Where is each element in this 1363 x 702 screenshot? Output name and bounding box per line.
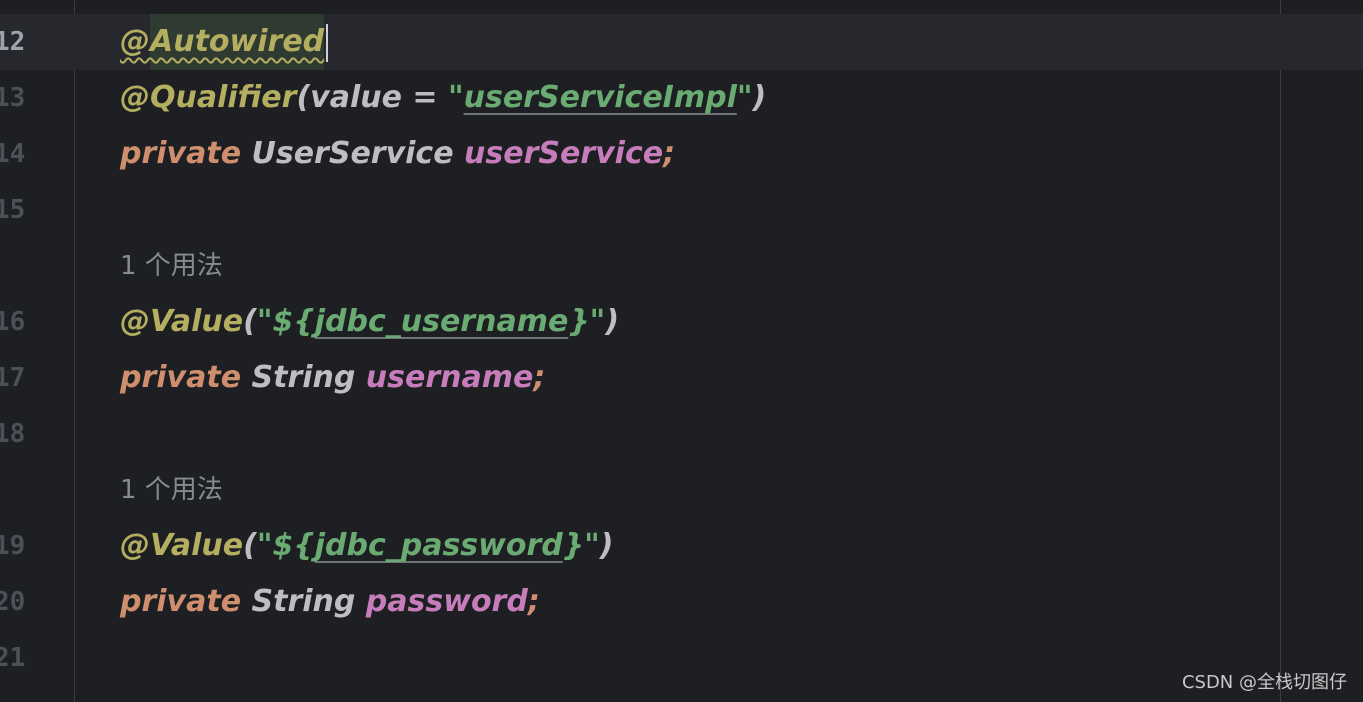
string-close: }" [562, 528, 600, 563]
code-text[interactable]: @Qualifier(value = "userServiceImpl") [120, 70, 766, 126]
code-line-17[interactable]: 17 private String username; [0, 350, 1363, 406]
code-line-13[interactable]: 13 @Qualifier(value = "userServiceImpl") [0, 70, 1363, 126]
line-number: 15 [0, 195, 26, 225]
semicolon: ; [533, 360, 546, 395]
keyword-private: private [120, 360, 242, 395]
string-quote: " [447, 80, 464, 115]
field-name[interactable]: username [366, 360, 534, 395]
code-text[interactable]: @Autowired [120, 14, 329, 70]
line-number: 21 [0, 643, 26, 673]
code-editor[interactable]: 12 @Autowired 13 @Qualifier(value = "use… [0, 0, 1363, 702]
code-text[interactable]: @Value("${jdbc_username}") [120, 294, 619, 350]
line-number: 13 [0, 83, 26, 113]
editor-top-strip [0, 0, 1363, 14]
line-number: 17 [0, 363, 26, 393]
string-quote: " [736, 80, 753, 115]
code-text[interactable]: @Value("${jdbc_password}") [120, 518, 613, 574]
annotation-args: (value = [296, 80, 448, 115]
usage-hint-line: 1 个用法 [0, 238, 1363, 294]
code-line-16[interactable]: 16 @Value("${jdbc_username}") [0, 294, 1363, 350]
annotation-value[interactable]: @Value [120, 528, 243, 563]
annotation-qualifier[interactable]: @Qualifier [120, 80, 296, 115]
text-caret [326, 23, 329, 62]
line-number: 20 [0, 587, 26, 617]
semicolon: ; [663, 136, 676, 171]
usage-hint-line: 1 个用法 [0, 462, 1363, 518]
paren: ( [243, 304, 257, 339]
property-reference[interactable]: jdbc_username [315, 304, 569, 339]
code-line-15[interactable]: 15 [0, 182, 1363, 238]
paren: ) [599, 528, 614, 563]
usage-hint[interactable]: 1 个用法 [120, 238, 223, 294]
code-line-12-text[interactable]: @Autowired [0, 14, 1363, 70]
keyword-private: private [120, 136, 242, 171]
property-reference[interactable]: jdbc_password [315, 528, 563, 563]
bean-reference[interactable]: userServiceImpl [464, 80, 737, 115]
code-line-19[interactable]: 19 @Value("${jdbc_password}") [0, 518, 1363, 574]
semicolon: ; [527, 584, 540, 619]
annotation-autowired[interactable]: @Autowired [120, 24, 324, 59]
code-line-21[interactable]: 21 [0, 630, 1363, 686]
code-text[interactable]: private UserService userService; [120, 126, 675, 182]
line-number: 19 [0, 531, 26, 561]
paren: ( [243, 528, 257, 563]
line-number: 16 [0, 307, 26, 337]
paren: ) [752, 80, 767, 115]
string-open: "${ [256, 304, 315, 339]
watermark: CSDN @全栈切图仔 [1181, 672, 1347, 693]
type-name[interactable]: String [241, 360, 366, 395]
type-name[interactable]: UserService [241, 136, 464, 171]
type-name[interactable]: String [241, 584, 366, 619]
line-number: 18 [0, 419, 26, 449]
string-open: "${ [256, 528, 315, 563]
line-number: 14 [0, 139, 26, 169]
code-line-18[interactable]: 18 [0, 406, 1363, 462]
code-line-14[interactable]: 14 private UserService userService; [0, 126, 1363, 182]
paren: ) [605, 304, 620, 339]
code-text[interactable]: private String password; [120, 574, 540, 630]
field-name[interactable]: userService [464, 136, 663, 171]
code-line-20[interactable]: 20 private String password; [0, 574, 1363, 630]
field-name[interactable]: password [366, 584, 528, 619]
code-text[interactable]: private String username; [120, 350, 545, 406]
keyword-private: private [120, 584, 242, 619]
string-close: }" [568, 304, 606, 339]
annotation-value[interactable]: @Value [120, 304, 243, 339]
usage-hint[interactable]: 1 个用法 [120, 462, 223, 518]
